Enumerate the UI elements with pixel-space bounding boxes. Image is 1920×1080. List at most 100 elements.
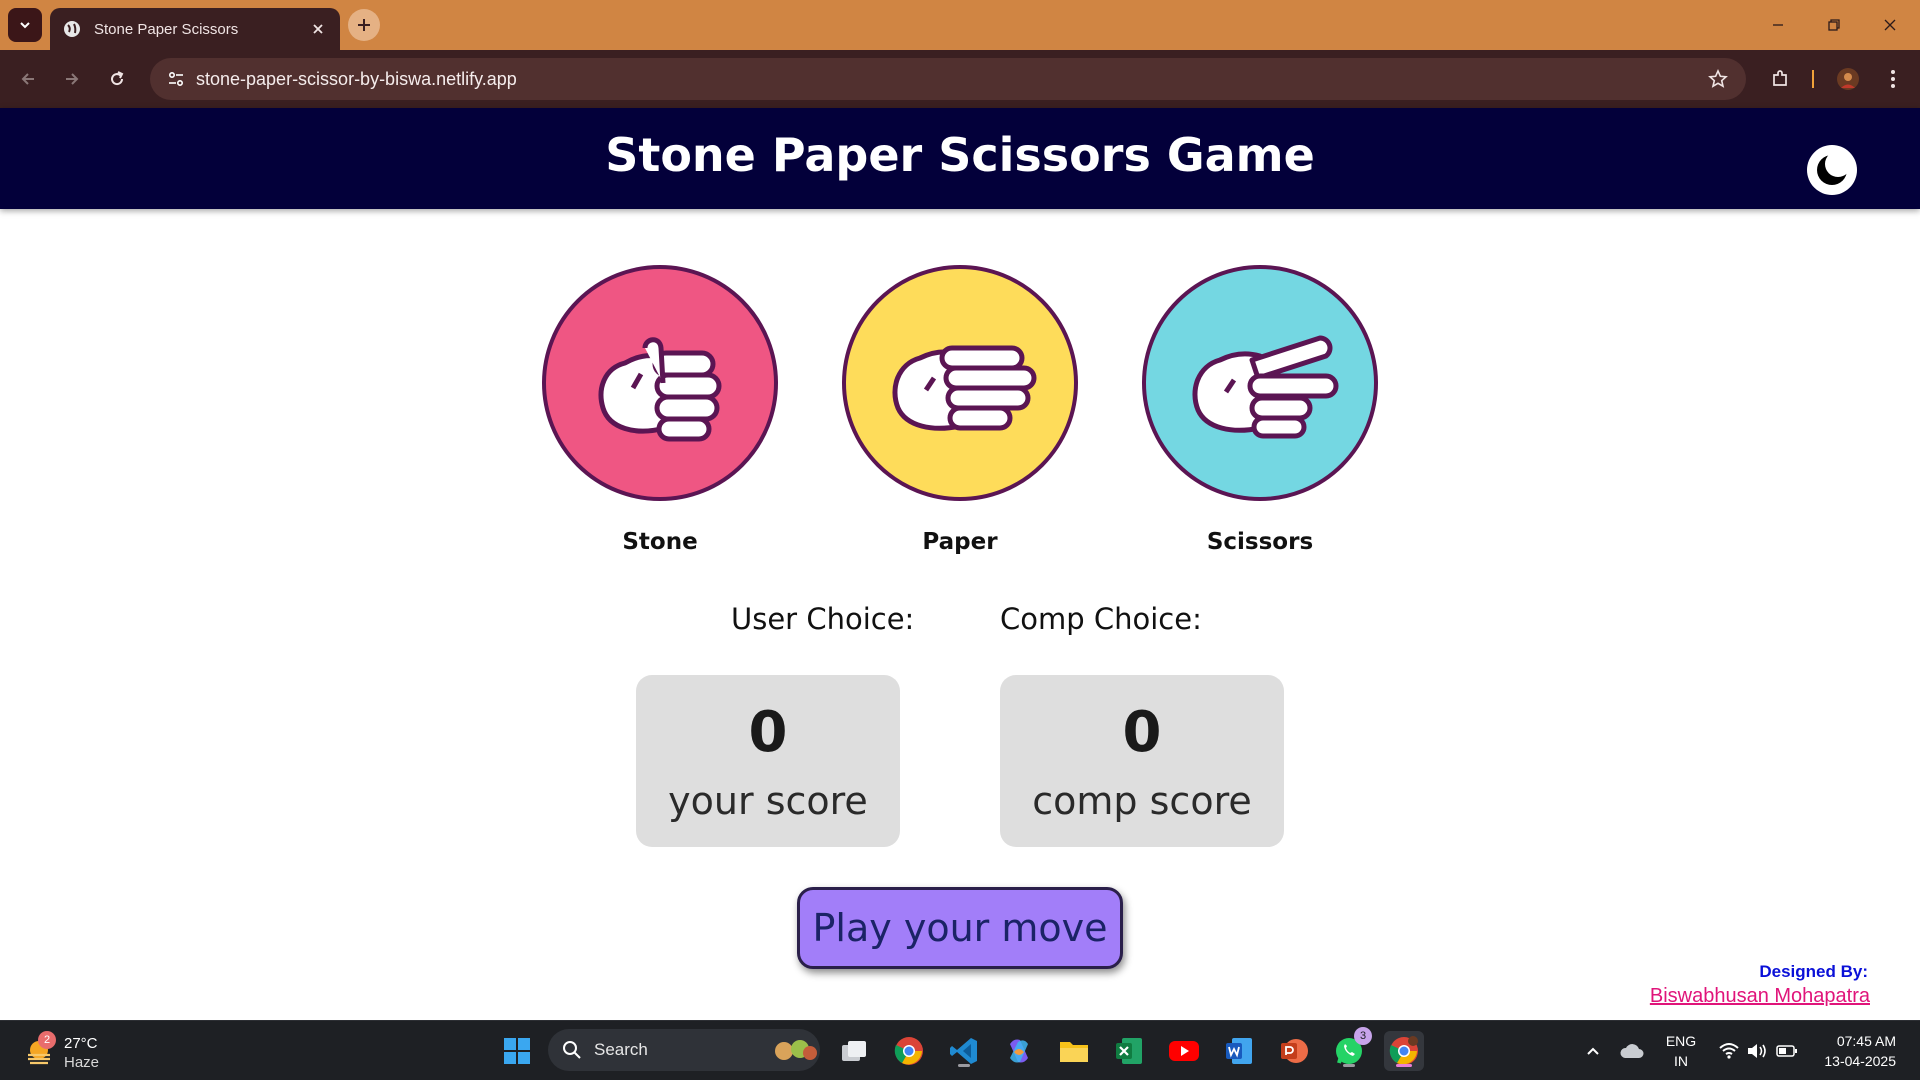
- globe-icon: [64, 21, 80, 37]
- scissors-circle[interactable]: [1142, 265, 1378, 501]
- taskbar-excel[interactable]: [1109, 1031, 1149, 1071]
- whatsapp-badge: 3: [1354, 1027, 1372, 1045]
- windows-logo-icon: [504, 1038, 530, 1064]
- search-highlight-icon: [775, 1040, 817, 1060]
- cloud-icon: [1620, 1044, 1644, 1058]
- running-indicator: [958, 1064, 970, 1067]
- quick-settings[interactable]: [1708, 1031, 1808, 1071]
- task-view-button[interactable]: [834, 1031, 874, 1071]
- start-button[interactable]: [497, 1031, 537, 1071]
- avatar-icon: [1837, 68, 1859, 90]
- profile-avatar[interactable]: [1832, 63, 1864, 95]
- taskbar-powerpoint[interactable]: [1274, 1031, 1314, 1071]
- address-bar[interactable]: stone-paper-scissor-by-biswa.netlify.app: [150, 58, 1746, 100]
- word-icon: [1226, 1038, 1252, 1064]
- clock-date: 13-04-2025: [1824, 1053, 1896, 1069]
- comp-score-card: 0 comp score: [1000, 675, 1284, 847]
- folder-icon: [1060, 1042, 1088, 1062]
- tab-close-icon[interactable]: [308, 19, 328, 39]
- browser-menu-button[interactable]: [1877, 63, 1909, 95]
- theme-toggle-button[interactable]: [1807, 145, 1857, 195]
- toolbar-separator: [1812, 70, 1814, 88]
- powerpoint-icon: [1281, 1039, 1308, 1063]
- play-move-button[interactable]: Play your move: [797, 887, 1123, 969]
- vscode-icon: [950, 1038, 977, 1064]
- extensions-button[interactable]: [1764, 63, 1796, 95]
- windows-taskbar: 2 27°C Haze Search 3 ENG IN 07:45 AM 13-…: [0, 1020, 1920, 1080]
- choice-label-stone: Stone: [622, 529, 698, 555]
- copilot-icon: [1010, 1039, 1028, 1063]
- bookmark-star-icon[interactable]: [1698, 58, 1738, 100]
- language-code: ENG: [1665, 1033, 1697, 1049]
- stone-circle[interactable]: [542, 265, 778, 501]
- weather-temp: 27°C: [64, 1035, 98, 1052]
- browser-tab-bar: Stone Paper Scissors: [0, 0, 1920, 50]
- choice-label-paper: Paper: [922, 529, 998, 555]
- open-hand-icon: [892, 345, 1037, 431]
- battery-icon: [1776, 1045, 1797, 1057]
- choice-label-scissors: Scissors: [1206, 529, 1314, 555]
- search-icon: [563, 1041, 581, 1059]
- onedrive-tray-icon[interactable]: [1612, 1031, 1652, 1071]
- language-indicator[interactable]: ENG IN: [1660, 1031, 1702, 1071]
- arrow-left-icon: [21, 73, 34, 85]
- chevron-down-icon: [20, 22, 30, 29]
- user-score-card: 0 your score: [636, 675, 900, 847]
- volume-icon: [1748, 1044, 1766, 1058]
- tab-title: Stone Paper Scissors: [94, 20, 239, 38]
- language-region: IN: [1674, 1053, 1688, 1069]
- paper-circle[interactable]: [842, 265, 1078, 501]
- play-move-label: Play your move: [812, 906, 1108, 950]
- choice-stone[interactable]: Stone: [540, 265, 780, 555]
- puzzle-icon: [1773, 70, 1787, 86]
- url-text: stone-paper-scissor-by-biswa.netlify.app: [196, 68, 517, 89]
- clock[interactable]: 07:45 AM 13-04-2025: [1808, 1031, 1896, 1071]
- browser-tab[interactable]: Stone Paper Scissors: [50, 8, 340, 50]
- site-header: Stone Paper Scissors Game: [0, 108, 1920, 209]
- taskbar-copilot[interactable]: [999, 1031, 1039, 1071]
- user-choice-label: User Choice:: [731, 602, 915, 636]
- credit-author-link[interactable]: Biswabhusan Mohapatra: [1640, 985, 1870, 1008]
- tab-search-button[interactable]: [8, 8, 42, 42]
- clock-time: 07:45 AM: [1836, 1033, 1896, 1049]
- page-title: Stone Paper Scissors Game: [605, 128, 1315, 182]
- forward-button[interactable]: [56, 63, 88, 95]
- browser-toolbar: stone-paper-scissor-by-biswa.netlify.app: [0, 50, 1920, 108]
- active-indicator: [1396, 1064, 1412, 1067]
- choice-paper[interactable]: Paper: [840, 265, 1080, 555]
- taskbar-vscode[interactable]: [944, 1031, 984, 1071]
- taskbar-file-explorer[interactable]: [1054, 1031, 1094, 1071]
- restore-button[interactable]: [1814, 10, 1854, 40]
- back-button[interactable]: [12, 63, 44, 95]
- reload-icon: [111, 71, 124, 86]
- show-hidden-icons-button[interactable]: [1573, 1031, 1613, 1071]
- close-window-button[interactable]: [1870, 10, 1910, 40]
- site-info-icon[interactable]: [156, 58, 196, 100]
- taskbar-search[interactable]: Search: [548, 1029, 820, 1071]
- minimize-button[interactable]: [1758, 10, 1798, 40]
- choice-scissors[interactable]: Scissors: [1140, 265, 1380, 555]
- chevron-up-icon: [1587, 1047, 1599, 1055]
- excel-icon: [1116, 1038, 1142, 1064]
- taskbar-youtube[interactable]: [1164, 1031, 1204, 1071]
- user-score-label: your score: [668, 779, 868, 823]
- taskbar-chrome-active[interactable]: [1384, 1031, 1424, 1071]
- taskbar-whatsapp[interactable]: 3: [1329, 1027, 1372, 1071]
- task-view-icon: [842, 1041, 866, 1061]
- chrome-profile-icon: [1389, 1036, 1418, 1065]
- new-tab-button[interactable]: [348, 9, 380, 41]
- comp-score-label: comp score: [1032, 779, 1252, 823]
- weather-widget[interactable]: 2 27°C Haze: [20, 1031, 110, 1073]
- minimize-icon: [1773, 24, 1783, 26]
- kebab-menu-icon: [1891, 70, 1895, 88]
- youtube-icon: [1169, 1041, 1199, 1061]
- taskbar-word[interactable]: [1219, 1031, 1259, 1071]
- close-icon: [1884, 19, 1896, 31]
- search-label: Search: [594, 1040, 648, 1059]
- scissors-hand-icon: [1192, 335, 1339, 439]
- moon-icon: [1817, 151, 1851, 185]
- weather-condition: Haze: [64, 1054, 100, 1071]
- taskbar-chrome[interactable]: [889, 1031, 929, 1071]
- reload-button[interactable]: [101, 63, 133, 95]
- plus-icon: [358, 19, 370, 31]
